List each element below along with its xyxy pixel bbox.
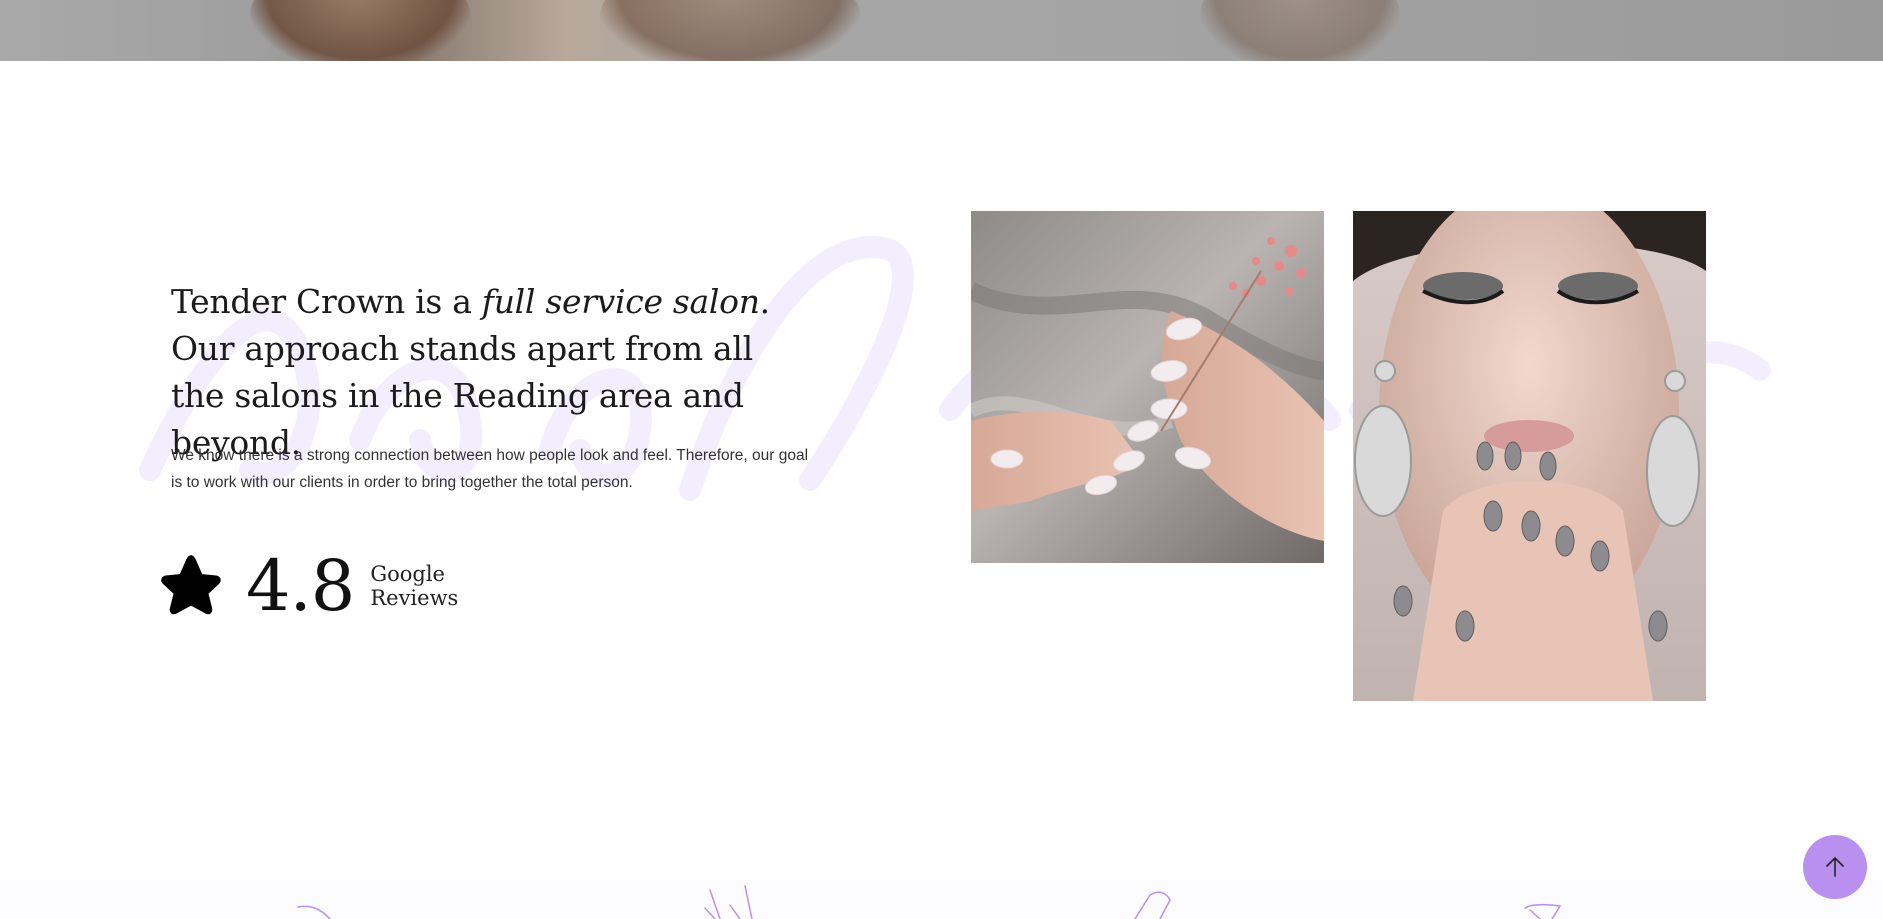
arrow-up-icon xyxy=(1826,857,1844,877)
services-icons-strip xyxy=(0,880,1883,919)
google-rating: 4.8 Google Reviews xyxy=(156,546,458,626)
intro-heading-part1: Tender Crown is a xyxy=(171,282,482,321)
manicured-hands-photo xyxy=(971,211,1324,563)
rating-value: 4.8 xyxy=(246,545,355,627)
intro-body: We know there is a strong connection bet… xyxy=(171,447,809,491)
intro-heading: Tender Crown is a full service salon. Ou… xyxy=(171,278,811,466)
hero-hand-shape xyxy=(1200,0,1400,61)
decorative-line-icons xyxy=(297,885,1562,919)
rating-label-line2: Reviews xyxy=(370,586,459,610)
scroll-to-top-button[interactable] xyxy=(1803,835,1867,899)
manicured-hands-illustration xyxy=(971,211,1324,563)
rating-label: Google Reviews xyxy=(370,562,458,610)
star-icon xyxy=(161,555,221,615)
hero-image-bottom xyxy=(0,0,1883,61)
model-silver-nails-photo xyxy=(1353,211,1706,701)
model-illustration xyxy=(1353,211,1706,701)
hero-hand-shape xyxy=(600,0,860,61)
rating-label-line1: Google xyxy=(370,562,445,586)
hero-hand-shape xyxy=(250,0,470,61)
intro-heading-emphasis: full service salon xyxy=(481,282,760,321)
page: Tender Crown is a full service salon. Ou… xyxy=(0,0,1883,919)
